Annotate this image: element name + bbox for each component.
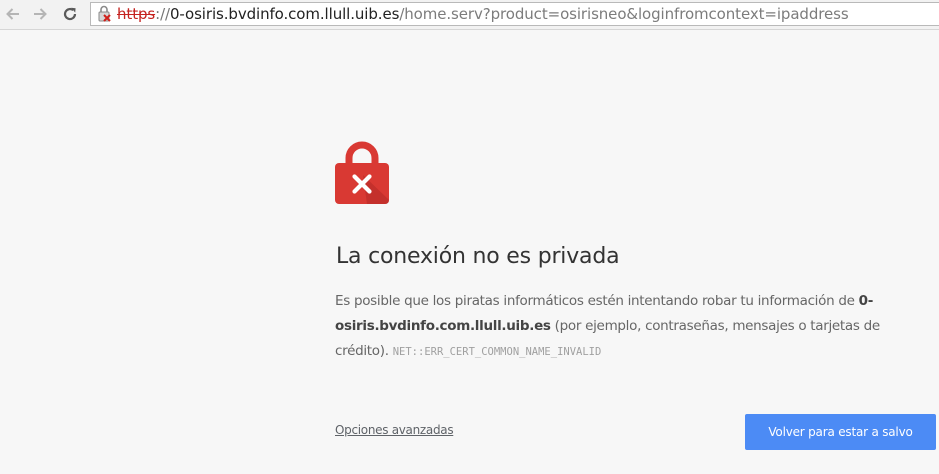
- url-separator: ://: [155, 5, 170, 23]
- forward-button[interactable]: [30, 4, 50, 24]
- url-host: 0-osiris.bvdinfo.com.llull.uib.es: [169, 5, 400, 23]
- back-button[interactable]: [3, 4, 23, 24]
- url-scheme: https: [117, 5, 156, 23]
- back-to-safety-button[interactable]: Volver para estar a salvo: [745, 414, 936, 450]
- reload-icon: [63, 7, 77, 21]
- advanced-options-link[interactable]: Opciones avanzadas: [335, 423, 454, 437]
- broken-lock-icon[interactable]: [95, 3, 117, 25]
- url-path: /home.serv?product=osirisneo&loginfromco…: [399, 5, 849, 23]
- description-text-start: Es posible que los piratas informáticos …: [335, 293, 859, 309]
- arrow-right-icon: [34, 8, 47, 20]
- url-text[interactable]: https://0-osiris.bvdinfo.com.llull.uib.e…: [117, 3, 849, 25]
- error-code: NET::ERR_CERT_COMMON_NAME_INVALID: [392, 346, 602, 358]
- error-description: Es posible que los piratas informáticos …: [335, 289, 895, 365]
- browser-toolbar: https://0-osiris.bvdinfo.com.llull.uib.e…: [0, 0, 939, 30]
- reload-button[interactable]: [60, 4, 80, 24]
- arrow-left-icon: [6, 8, 19, 20]
- page-title: La conexión no es privada: [336, 244, 620, 269]
- red-padlock-x-icon: [335, 141, 389, 204]
- address-bar[interactable]: https://0-osiris.bvdinfo.com.llull.uib.e…: [90, 2, 939, 26]
